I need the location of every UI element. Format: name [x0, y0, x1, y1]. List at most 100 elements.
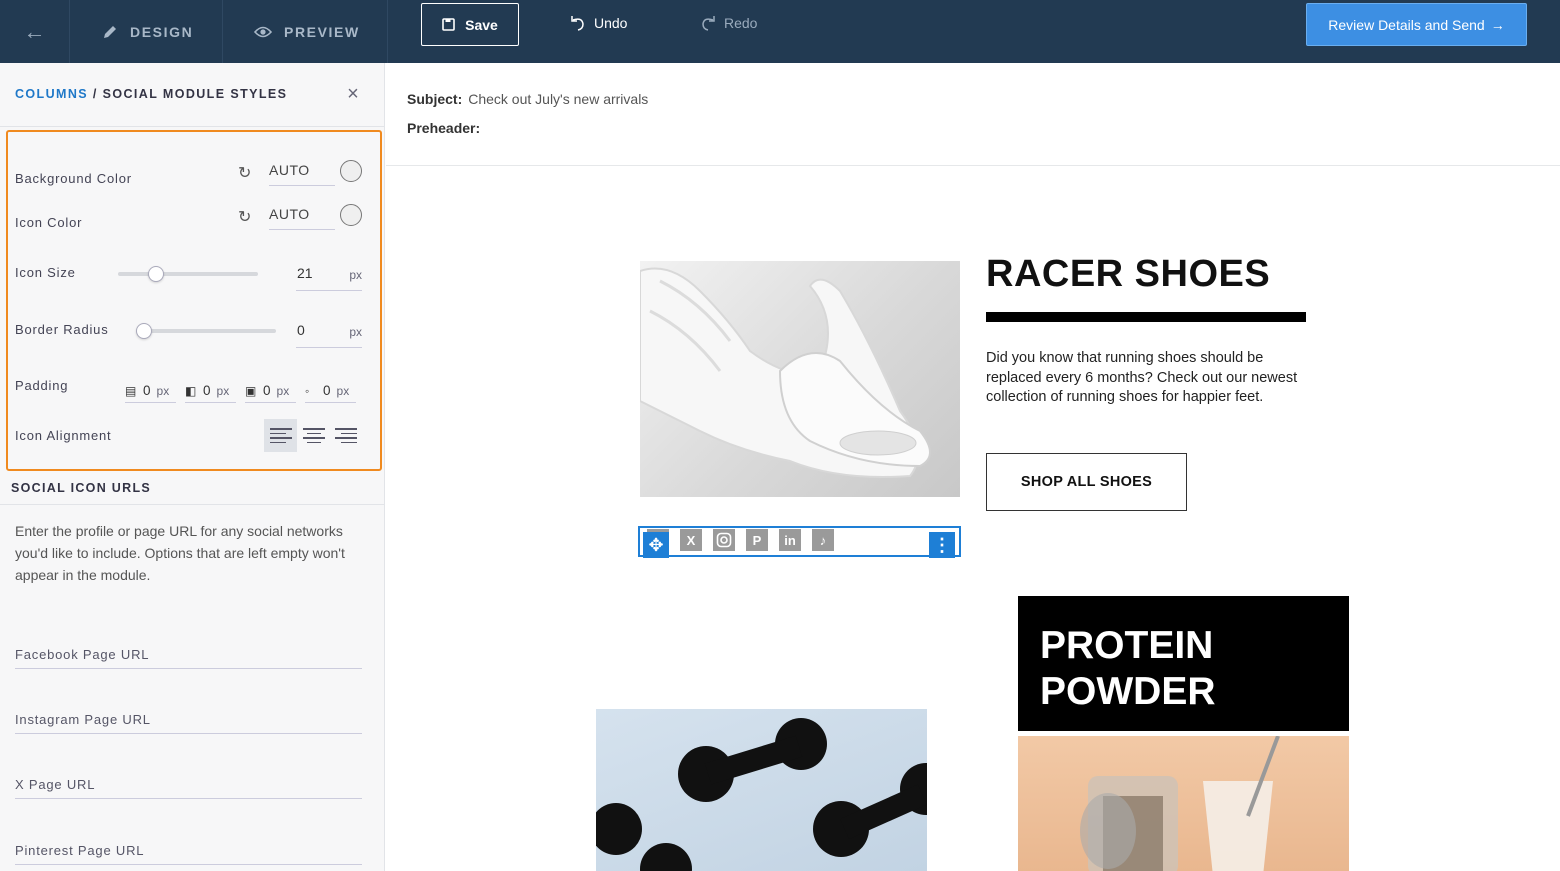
save-button[interactable]: Save [421, 3, 519, 46]
padding-left-value: 0 [323, 383, 331, 398]
review-and-send-button[interactable]: Review Details and Send → [1306, 3, 1527, 46]
icon-color-swatch[interactable] [340, 204, 362, 226]
reset-icon[interactable]: ↻ [238, 165, 256, 183]
background-color-field[interactable]: AUTO [269, 162, 335, 186]
section-divider [0, 504, 384, 505]
breadcrumb-separator: / [88, 87, 103, 101]
tab-preview-label: PREVIEW [284, 23, 360, 40]
padding-unit: px [216, 383, 230, 398]
icon-size-unit: px [349, 268, 362, 282]
move-handle-icon[interactable]: ✥ [643, 532, 669, 558]
x-icon[interactable]: X [680, 529, 702, 551]
undo-label: Undo [594, 15, 628, 31]
padding-bottom-icon: ▣ [245, 383, 257, 398]
redo-label: Redo [724, 15, 758, 31]
eye-icon [254, 26, 272, 37]
pinterest-icon[interactable]: P [746, 529, 768, 551]
padding-right-value: 0 [203, 383, 211, 398]
tab-preview[interactable]: PREVIEW [254, 0, 360, 63]
breadcrumb-current: SOCIAL MODULE STYLES [102, 87, 288, 101]
redo-button[interactable]: Redo [699, 14, 757, 32]
header-divider [386, 165, 1560, 166]
sidebar-header: COLUMNS / SOCIAL MODULE STYLES × [0, 63, 384, 127]
border-radius-value: 0 [297, 322, 305, 338]
pencil-icon [104, 25, 116, 38]
tab-design[interactable]: DESIGN [102, 0, 193, 63]
toolbar-divider [387, 0, 388, 63]
redo-icon [702, 16, 715, 31]
padding-right-icon: ◧ [185, 383, 197, 398]
close-icon[interactable]: × [344, 84, 362, 104]
shoe-illustration [640, 267, 931, 478]
icon-size-slider-thumb[interactable] [147, 266, 164, 282]
background-color-swatch[interactable] [340, 160, 362, 182]
preheader-line: Preheader: [407, 120, 486, 136]
padding-left-icon: ◦ [305, 383, 310, 398]
dumbbells-image[interactable] [596, 709, 927, 871]
floppy-disk-icon [442, 18, 455, 31]
icon-color-field[interactable]: AUTO [269, 206, 335, 230]
top-toolbar: ← DESIGN PREVIEW Save Undo Redo Review D… [0, 0, 1560, 63]
reset-icon[interactable]: ↻ [238, 209, 256, 227]
shop-all-shoes-button[interactable]: SHOP ALL SHOES [986, 453, 1187, 511]
racer-shoes-body-text[interactable]: Did you know that running shoes should b… [986, 349, 1306, 408]
border-radius-slider-thumb[interactable] [136, 323, 152, 339]
facebook-url-input[interactable]: Facebook Page URL [15, 647, 362, 669]
protein-powder-title[interactable]: PROTEIN POWDER [1040, 623, 1340, 715]
dumbbells-illustration [596, 718, 927, 871]
email-canvas: Subject: Check out July's new arrivals Pr… [386, 63, 1560, 871]
tab-design-label: DESIGN [130, 23, 194, 40]
border-radius-unit: px [349, 325, 362, 339]
padding-left-input[interactable]: ◦ 0 px [305, 379, 356, 403]
pinterest-url-input[interactable]: Pinterest Page URL [15, 843, 362, 865]
padding-unit: px [336, 383, 350, 398]
icon-size-label: Icon Size [15, 265, 76, 280]
undo-button[interactable]: Undo [569, 14, 627, 32]
padding-top-icon: ▤ [125, 383, 137, 398]
x-url-input[interactable]: X Page URL [15, 777, 362, 799]
align-center-button[interactable] [297, 419, 330, 452]
linkedin-icon[interactable]: in [779, 529, 801, 551]
icon-size-input[interactable]: 21 px [296, 265, 362, 291]
social-urls-help-text: Enter the profile or page URL for any so… [15, 523, 345, 583]
tiktok-icon[interactable]: ♪ [812, 529, 834, 551]
padding-bottom-value: 0 [263, 383, 271, 398]
racer-shoe-image[interactable] [640, 261, 960, 497]
icon-size-slider-track[interactable] [118, 272, 258, 276]
subject-label: Subject: [407, 91, 463, 107]
icon-size-value: 21 [297, 265, 313, 281]
protein-powder-banner[interactable]: PROTEIN POWDER [1018, 596, 1349, 731]
social-icon-urls-title: SOCIAL ICON URLS [11, 481, 152, 495]
arrow-left-icon: ← [23, 18, 46, 44]
protein-shake-illustration [1080, 736, 1280, 871]
padding-bottom-input[interactable]: ▣ 0 px [245, 379, 296, 403]
protein-shake-image[interactable] [1018, 736, 1349, 871]
save-label: Save [465, 16, 498, 33]
subject-line: Subject: Check out July's new arrivals [407, 91, 648, 107]
background-color-label: Background Color [15, 171, 132, 186]
icon-alignment-group [264, 419, 364, 452]
more-options-icon[interactable]: ⋮ [929, 532, 955, 558]
border-radius-label: Border Radius [15, 322, 109, 337]
style-sidebar: COLUMNS / SOCIAL MODULE STYLES × Backgro… [0, 63, 385, 871]
breadcrumb: COLUMNS / SOCIAL MODULE STYLES [15, 87, 287, 101]
icon-color-label: Icon Color [15, 215, 83, 230]
social-module-selected[interactable]: f X P in ♪ [638, 526, 961, 557]
arrow-right-icon: → [1490, 16, 1505, 33]
racer-shoes-headline[interactable]: RACER SHOES [986, 253, 1270, 296]
subject-value[interactable]: Check out July's new arrivals [468, 91, 648, 107]
border-radius-slider-track[interactable] [136, 329, 276, 333]
padding-label: Padding [15, 378, 69, 393]
padding-unit: px [276, 383, 290, 398]
breadcrumb-columns-link[interactable]: COLUMNS [15, 87, 88, 101]
border-radius-input[interactable]: 0 px [296, 322, 362, 348]
align-right-button[interactable] [330, 419, 363, 452]
preheader-label: Preheader: [407, 120, 481, 136]
padding-unit: px [156, 383, 170, 398]
padding-right-input[interactable]: ◧ 0 px [185, 379, 236, 403]
instagram-url-input[interactable]: Instagram Page URL [15, 712, 362, 734]
padding-top-input[interactable]: ▤ 0 px [125, 379, 176, 403]
back-button[interactable]: ← [0, 0, 70, 63]
align-left-button[interactable] [264, 419, 297, 452]
instagram-icon[interactable] [713, 529, 735, 551]
